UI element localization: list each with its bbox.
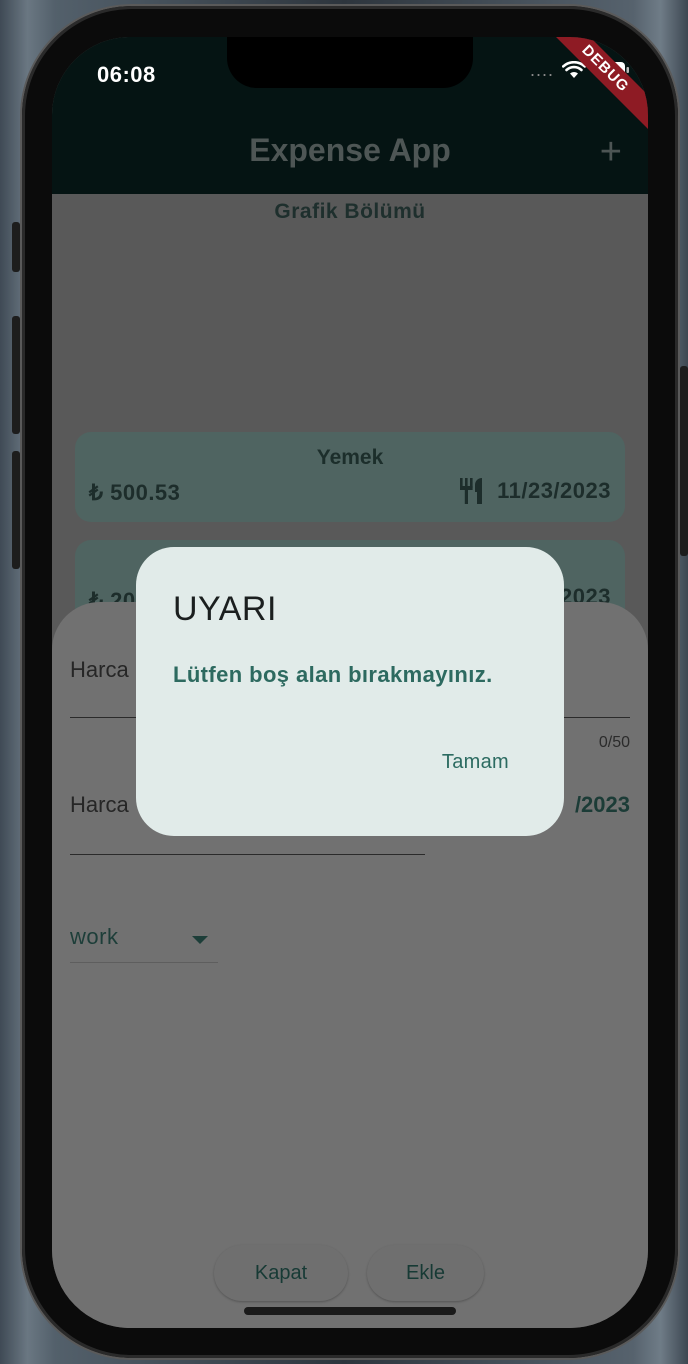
add-button[interactable]: Ekle [367, 1245, 484, 1301]
date-value[interactable]: /2023 [575, 792, 630, 818]
amount-input[interactable] [70, 854, 425, 855]
expense-amount: ₺ 500.53 [89, 480, 181, 505]
dropdown-arrow-icon [192, 936, 208, 944]
chart-section-title: Grafik Bölümü [274, 200, 426, 223]
category-selected: work [70, 924, 119, 949]
app-screen: Expense App + 06:08 .... DEBUG Grafik Bö… [52, 37, 648, 1328]
amount-field-label: Harca [70, 792, 129, 817]
mute-switch [12, 222, 20, 272]
category-dropdown[interactable]: work [70, 922, 218, 963]
alert-dialog: UYARI Lütfen boş alan bırakmayınız. Tama… [136, 547, 564, 836]
status-time: 06:08 [97, 62, 156, 87]
power-button [680, 366, 688, 556]
volume-up-button [12, 316, 20, 434]
expense-date: 11/23/2023 [497, 478, 611, 503]
notch [227, 37, 473, 88]
dialog-title: UYARI [173, 590, 277, 628]
volume-down-button [12, 451, 20, 569]
signal-dots-icon: .... [529, 60, 554, 80]
fork-knife-icon [460, 478, 483, 504]
dialog-message: Lütfen boş alan bırakmayınız. [173, 662, 493, 687]
title-field-label: Harca [70, 657, 129, 682]
ok-button[interactable]: Tamam [442, 751, 509, 774]
expense-title: Yemek [316, 446, 384, 469]
title-counter: 0/50 [598, 734, 630, 751]
close-button[interactable]: Kapat [214, 1245, 348, 1301]
plus-icon[interactable]: + [600, 133, 622, 171]
expense-card[interactable]: Yemek ₺ 500.53 11/23/2023 [75, 432, 625, 522]
home-indicator[interactable] [244, 1307, 456, 1315]
app-title: Expense App [249, 132, 451, 168]
